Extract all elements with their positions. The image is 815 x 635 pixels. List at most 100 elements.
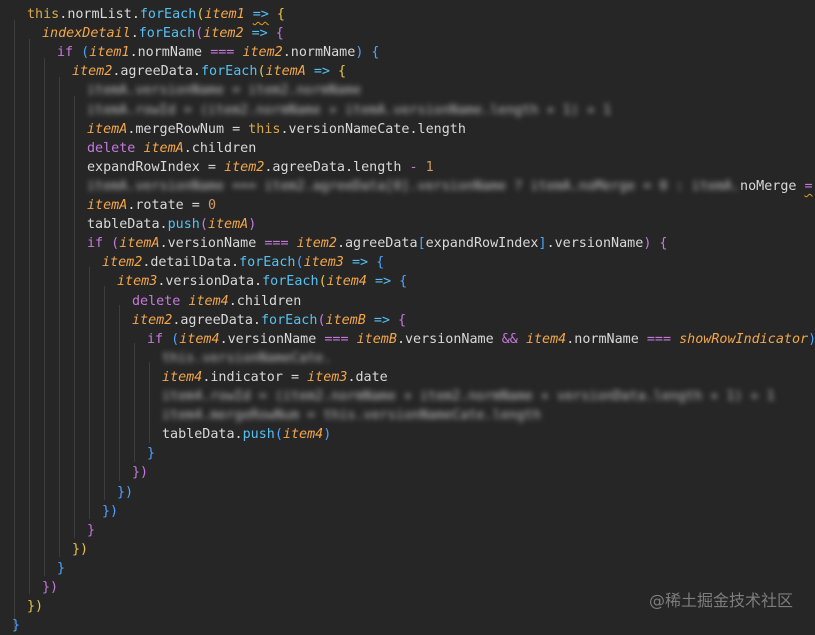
code-token: item4 — [326, 274, 367, 290]
code-token: }) — [72, 541, 89, 557]
code-line[interactable]: item4.rowId = (item2.normName + item2.no… — [162, 387, 775, 406]
code-token: item4 — [282, 427, 324, 443]
code-line[interactable]: }) — [72, 540, 88, 559]
code-editor[interactable]: this.normList.forEach(item1 => {indexDet… — [0, 0, 815, 633]
code-token: }) — [132, 465, 149, 481]
code-line[interactable]: delete itemA.children — [87, 139, 256, 158]
code-token: item4 — [188, 293, 229, 309]
code-token: ] — [538, 236, 547, 252]
code-token: expandRowIndex = — [87, 159, 225, 175]
code-token: => — [375, 274, 392, 290]
code-line[interactable]: item3.versionData.forEach(item4 => { — [117, 272, 407, 291]
code-token: }) — [117, 484, 134, 500]
code-token: forEach — [139, 7, 197, 22]
code-line[interactable]: indexDetail.forEach(item2 => { — [42, 24, 284, 43]
code-token: push — [242, 427, 275, 443]
code-token: item2 — [72, 64, 113, 80]
code-token: { — [330, 64, 347, 80]
code-token: }) — [102, 503, 119, 519]
code-token: 1 — [425, 159, 434, 175]
code-token: item2 — [132, 312, 173, 328]
code-token: => — [251, 26, 268, 42]
code-token: itemA — [265, 64, 306, 80]
code-token: item3 — [307, 369, 348, 385]
code-line[interactable]: delete item4.children — [132, 292, 301, 311]
code-token: ) — [323, 427, 332, 443]
code-line[interactable]: }) — [27, 597, 43, 616]
code-line[interactable]: if (item1.normName === item2.normName) { — [57, 43, 380, 62]
code-line[interactable]: itemA.mergeRowNum = this.versionNameCate… — [87, 120, 466, 139]
code-token: ( — [73, 45, 90, 61]
code-line[interactable]: }) — [117, 483, 133, 502]
indent-guide — [149, 362, 150, 443]
code-token: .rotate = — [127, 198, 208, 213]
code-token: { — [363, 45, 380, 61]
code-token: .mergeRowNum = — [127, 121, 249, 137]
code-token: item1 — [89, 45, 130, 61]
code-token: item2 — [296, 236, 337, 252]
code-token: itemB — [325, 312, 366, 328]
code-line[interactable]: }) — [42, 578, 58, 597]
code-token: if — [87, 236, 104, 252]
code-line[interactable]: if (itemA.versionName === item2.agreeDat… — [87, 234, 668, 253]
code-line[interactable]: }) — [102, 502, 118, 521]
code-token: normList — [67, 7, 132, 22]
code-token: => — [373, 312, 390, 328]
code-token: .normName — [282, 45, 356, 61]
indent-guide — [89, 267, 90, 519]
code-line[interactable]: itemA.rotate = 0 — [87, 196, 216, 215]
code-line[interactable]: if (item4.versionName === itemB.versionN… — [147, 330, 815, 349]
code-line[interactable]: item2.agreeData.forEach(itemA => { — [72, 62, 346, 81]
code-token: => — [252, 7, 269, 22]
code-line[interactable]: }) — [132, 463, 148, 482]
code-token: === — [646, 331, 672, 347]
code-line[interactable]: itemA.versionName = item2.normName — [87, 81, 361, 100]
code-token: .indicator = — [202, 369, 308, 385]
code-line[interactable]: itemA.versionName === item2.agreeData[0]… — [87, 177, 815, 196]
code-token: noMerge — [740, 178, 805, 194]
code-token: === — [210, 45, 235, 61]
code-line[interactable]: tableData.push(itemA) — [87, 215, 256, 234]
code-token: ( — [199, 217, 208, 233]
code-token: item3 — [117, 274, 158, 290]
code-line[interactable]: } — [57, 559, 65, 578]
code-token: itemA — [143, 140, 184, 156]
code-token: { — [268, 7, 285, 22]
code-line[interactable]: expandRowIndex = item2.agreeData.length … — [87, 158, 434, 177]
code-line[interactable]: itemA.rowId = (item2.normName + itemA.ve… — [87, 101, 611, 120]
code-line[interactable]: item4.indicator = item3.date — [162, 368, 388, 387]
code-line[interactable]: tableData.push(item4) — [162, 425, 331, 444]
code-token: .versionName — [396, 331, 502, 347]
code-token: } — [57, 560, 66, 576]
code-token: ( — [317, 312, 326, 328]
code-line[interactable]: } — [87, 521, 95, 540]
code-line[interactable]: this.normList.forEach(item1 => { — [27, 5, 285, 24]
code-token: .normName — [566, 331, 647, 347]
code-token: } — [147, 446, 156, 462]
code-token: .detailData. — [142, 255, 240, 271]
indent-guide — [104, 286, 105, 500]
code-line[interactable]: item2.agreeData.forEach(itemB => { — [132, 311, 406, 330]
code-line[interactable]: } — [147, 444, 155, 463]
indent-guide — [14, 20, 15, 631]
code-line[interactable]: } — [12, 616, 20, 635]
code-token: indexDetail — [42, 26, 131, 42]
code-line[interactable]: this.versionNameCate. — [162, 349, 331, 368]
code-token: }) — [27, 599, 44, 615]
code-line[interactable]: item4.mergeRowNum = this.versionNameCate… — [162, 406, 541, 425]
code-token: item4 — [179, 331, 220, 347]
code-token: .agreeData. — [172, 312, 261, 328]
code-token: .agreeData — [336, 236, 418, 252]
code-line[interactable]: item2.detailData.forEach(item3 => { — [102, 253, 384, 272]
code-token: item3 — [303, 255, 344, 271]
code-token: }) — [42, 580, 59, 595]
indent-guide — [29, 39, 30, 594]
code-token: item4.rowId = (item2.normName + item2.no… — [162, 389, 775, 404]
code-token: item1 — [204, 7, 245, 22]
